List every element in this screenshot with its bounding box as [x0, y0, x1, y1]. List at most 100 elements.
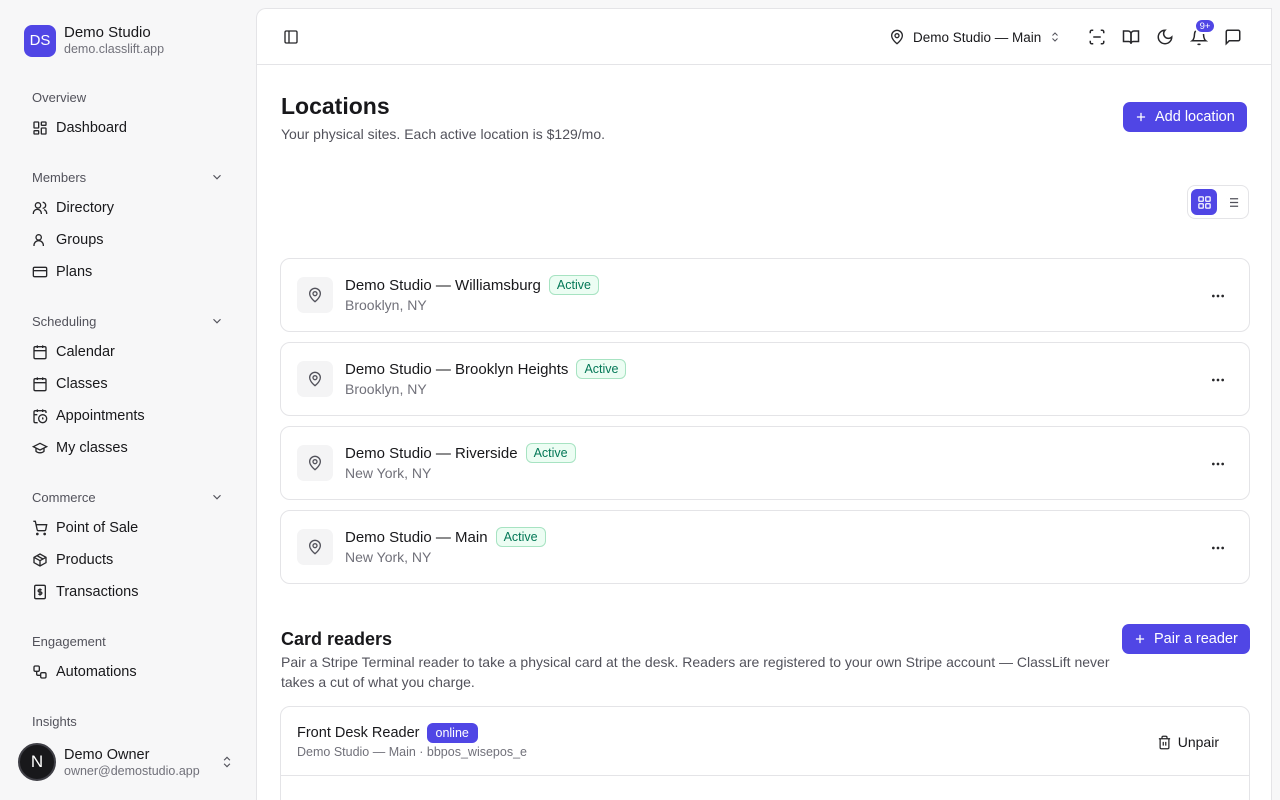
unpair-label: Unpair: [1177, 734, 1219, 750]
add-location-label: Add location: [1155, 109, 1235, 125]
location-card[interactable]: Demo Studio — Riverside Active New York,…: [280, 426, 1250, 500]
more-horizontal-icon: [1212, 378, 1224, 382]
sidebar-item-automations[interactable]: Automations: [32, 656, 224, 688]
user-icon: [33, 234, 44, 246]
location-switcher-label: Demo Studio — Main: [913, 29, 1042, 45]
docs-button[interactable]: [1119, 25, 1143, 49]
nav-section-insights: Insights: [32, 712, 224, 730]
sidebar-item-label: Groups: [56, 232, 104, 248]
nav-section-overview: Overview Dashboard: [32, 88, 224, 144]
sidebar-item-label: Automations: [56, 664, 137, 680]
sidebar-item-label: Directory: [56, 200, 115, 216]
sidebar: DS Demo Studio demo.classlift.app Overvi…: [0, 0, 256, 800]
nav-heading-overview: Overview: [32, 89, 87, 105]
book-open-icon: [1122, 30, 1140, 44]
more-horizontal-icon: [1212, 462, 1224, 466]
location-more-button[interactable]: [1207, 537, 1229, 559]
avatar: N: [18, 743, 56, 781]
location-card[interactable]: Demo Studio — Main Active New York, NY: [280, 510, 1250, 584]
map-pin-icon: [308, 539, 322, 555]
sidebar-item-label: Dashboard: [56, 120, 127, 136]
status-badge: Active: [495, 527, 546, 547]
sidebar-item-appointments[interactable]: Appointments: [32, 400, 224, 432]
location-pin-tile: [297, 529, 333, 565]
workspace-url: demo.classlift.app: [64, 42, 165, 56]
status-badge: online: [426, 723, 478, 743]
nav-heading-members-toggle[interactable]: Members: [32, 168, 224, 186]
card-readers-list: Front Desk Reader online Demo Studio — M…: [280, 706, 1250, 800]
chevron-down-icon: [213, 174, 221, 180]
credit-card-icon: [32, 266, 48, 278]
list-view-button[interactable]: [1219, 189, 1245, 215]
sidebar-item-plans[interactable]: Plans: [32, 256, 224, 288]
location-city: New York, NY: [345, 549, 432, 565]
panel-left-icon: [284, 30, 298, 44]
nav-section-scheduling: Scheduling Calendar Classes Appointments…: [32, 312, 224, 464]
location-card[interactable]: Demo Studio — Brooklyn Heights Active Br…: [280, 342, 1250, 416]
scan-button[interactable]: [1085, 25, 1109, 49]
location-city: Brooklyn, NY: [345, 381, 427, 397]
location-pin-tile: [297, 277, 333, 313]
sidebar-toggle-button[interactable]: [279, 25, 303, 49]
unpair-button[interactable]: Unpair: [1157, 732, 1219, 752]
calendar-icon: [33, 345, 47, 360]
trash-icon: [1158, 735, 1170, 749]
location-more-button[interactable]: [1207, 369, 1229, 391]
chevron-up-down-icon: [223, 756, 231, 768]
location-more-button[interactable]: [1207, 453, 1229, 475]
topbar: Demo Studio — Main 9+: [257, 9, 1271, 65]
package-icon: [33, 553, 47, 567]
sidebar-item-classes[interactable]: Classes: [32, 368, 224, 400]
moon-icon: [1157, 29, 1173, 45]
plus-icon: [1135, 634, 1145, 644]
sidebar-item-groups[interactable]: Groups: [32, 224, 224, 256]
user-menu[interactable]: N Demo Owner owner@demostudio.app: [18, 743, 234, 781]
add-location-button[interactable]: Add location: [1123, 102, 1247, 132]
messages-button[interactable]: [1221, 25, 1245, 49]
reader-row: Front Desk Reader online Demo Studio — M…: [281, 707, 1249, 776]
grid-icon: [1197, 195, 1211, 209]
sidebar-item-label: Point of Sale: [56, 520, 139, 536]
nav-heading-commerce-toggle[interactable]: Commerce: [32, 488, 224, 506]
chevron-up-down-icon: [1052, 32, 1059, 42]
workflow-icon: [33, 665, 47, 679]
map-pin-icon: [308, 287, 322, 303]
message-square-icon: [1225, 29, 1241, 46]
cart-icon: [33, 520, 48, 536]
location-card[interactable]: Demo Studio — Williamsburg Active Brookl…: [280, 258, 1250, 332]
nav-section-commerce: Commerce Point of Sale Products Transact…: [32, 488, 224, 608]
status-badge: Active: [525, 443, 576, 463]
status-badge: Active: [576, 359, 627, 379]
theme-toggle-button[interactable]: [1153, 25, 1177, 49]
view-toggle: [1187, 185, 1249, 219]
nav-heading-commerce: Commerce: [32, 489, 96, 505]
sidebar-item-calendar[interactable]: Calendar: [32, 336, 224, 368]
reader-meta: Demo Studio — Main · bbpos_wisepos_e: [297, 745, 527, 759]
sidebar-item-products[interactable]: Products: [32, 544, 224, 576]
sidebar-item-transactions[interactable]: Transactions: [32, 576, 224, 608]
receipt-dollar-icon: [34, 584, 46, 600]
location-name: Demo Studio — Main: [345, 528, 488, 546]
sidebar-item-label: Classes: [56, 376, 108, 392]
pair-reader-button[interactable]: Pair a reader: [1122, 624, 1250, 654]
chevron-down-icon: [213, 494, 221, 500]
user-name: Demo Owner: [64, 746, 150, 763]
grid-view-button[interactable]: [1191, 189, 1217, 215]
pair-reader-label: Pair a reader: [1154, 631, 1238, 647]
location-more-button[interactable]: [1207, 285, 1229, 307]
sidebar-item-label: My classes: [56, 440, 128, 456]
sidebar-item-dashboard[interactable]: Dashboard: [32, 112, 224, 144]
nav-heading-scheduling-toggle[interactable]: Scheduling: [32, 312, 224, 330]
status-badge: Active: [548, 275, 599, 295]
location-switcher[interactable]: Demo Studio — Main: [889, 26, 1061, 48]
reader-name: Front Desk Reader: [297, 725, 420, 741]
workspace-switcher[interactable]: DS Demo Studio demo.classlift.app: [24, 24, 164, 57]
nav-heading-engagement: Engagement: [32, 633, 106, 649]
map-pin-icon: [890, 29, 904, 45]
location-city: New York, NY: [345, 465, 432, 481]
sidebar-item-directory[interactable]: Directory: [32, 192, 224, 224]
sidebar-item-point-of-sale[interactable]: Point of Sale: [32, 512, 224, 544]
sidebar-item-my-classes[interactable]: My classes: [32, 432, 224, 464]
workspace-name: Demo Studio: [64, 24, 151, 41]
map-pin-icon: [308, 371, 322, 387]
